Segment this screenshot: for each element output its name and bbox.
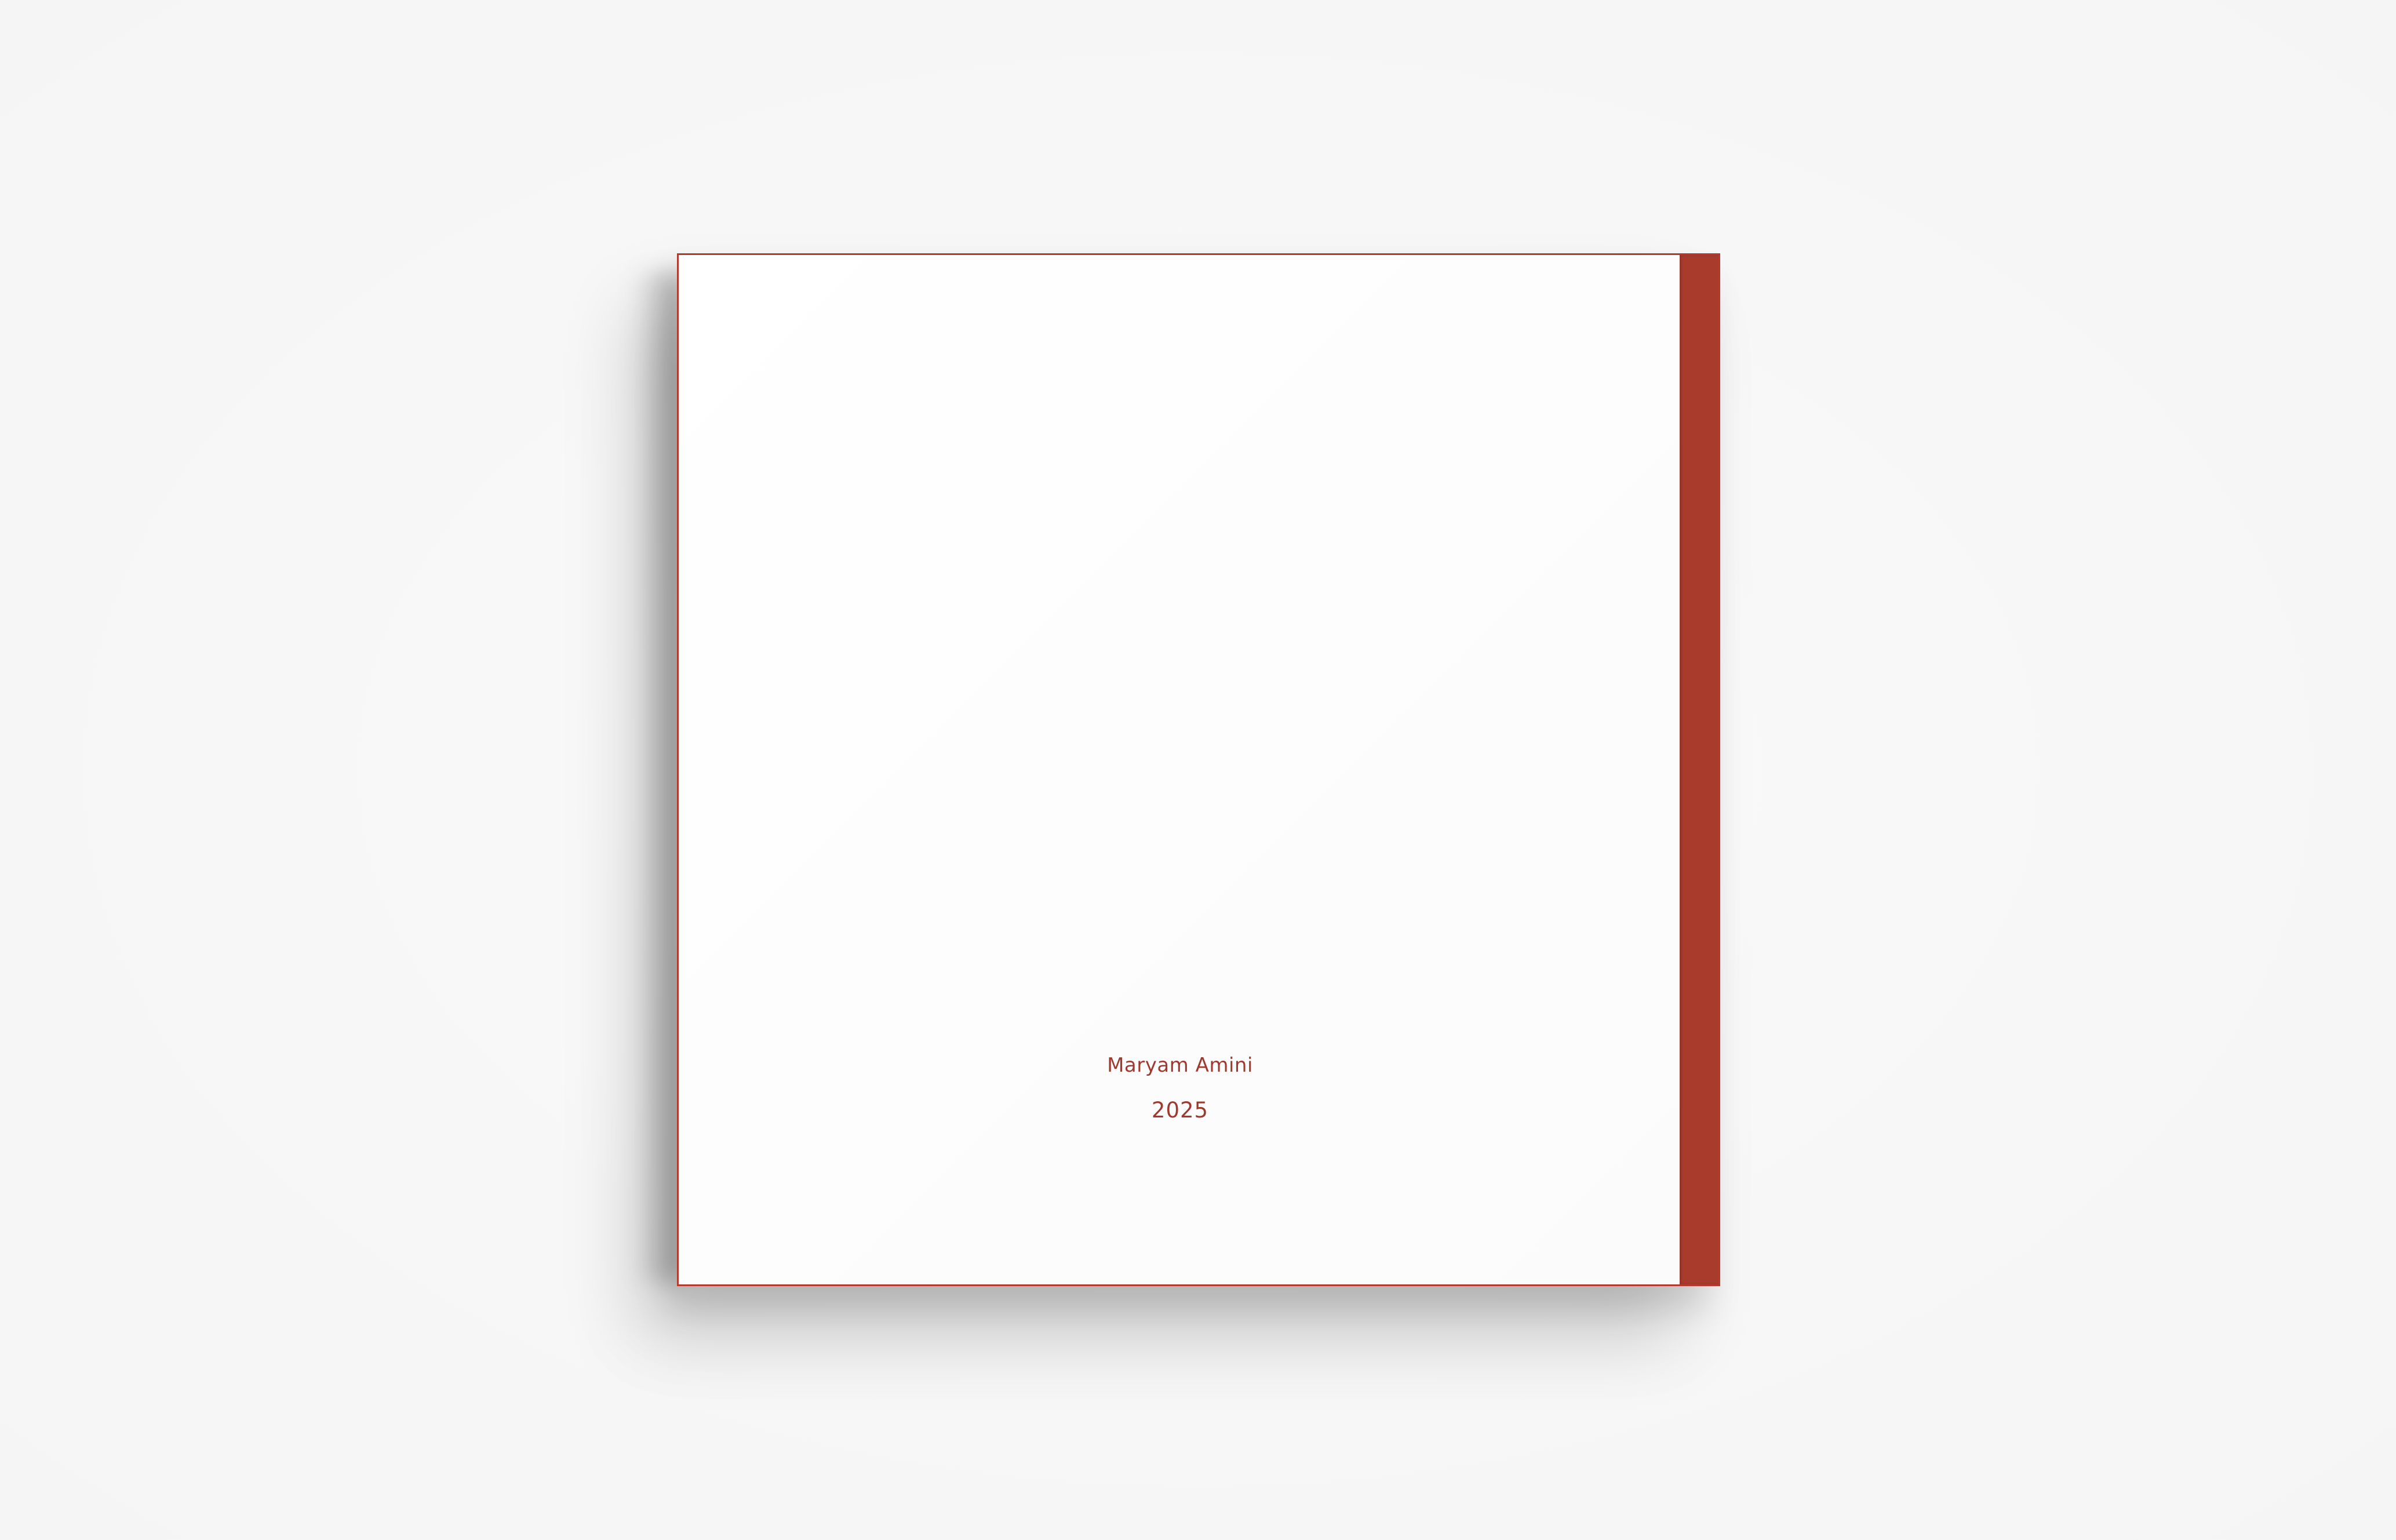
publication-year: 2025 — [1151, 1098, 1209, 1123]
author-name: Maryam Amini — [1107, 1054, 1253, 1077]
book-cover: Maryam Amini 2025 — [679, 255, 1681, 1284]
book-spine — [1680, 255, 1718, 1284]
book-edge-shadow — [632, 272, 684, 1281]
book: Maryam Amini 2025 — [677, 253, 1720, 1286]
